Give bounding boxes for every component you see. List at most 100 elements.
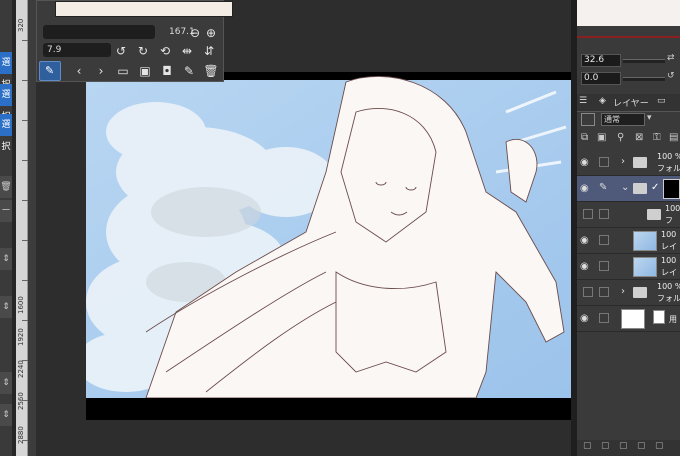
layer-row[interactable]: 100 フ [577, 202, 680, 228]
brush-size-slider[interactable] [623, 59, 665, 63]
ruler-mark: 320 [17, 18, 25, 32]
blend-row: 通常 ▾ [577, 112, 680, 128]
pin-icon[interactable]: ⚲ [617, 132, 624, 143]
layer-thumbnail [633, 257, 657, 277]
brush-size-field[interactable]: 32.6 [581, 54, 621, 67]
layer-row-paper[interactable]: ◉ 用 [577, 306, 680, 332]
new-image-icon[interactable]: ▣ [137, 63, 153, 79]
layer-row[interactable]: ◉ 100 レイ [577, 254, 680, 280]
layer-opacity: 100 [661, 256, 677, 265]
flip-horizontal-icon[interactable]: ⇹ [179, 43, 195, 59]
tool-tab-1[interactable]: 選択 [0, 52, 12, 90]
panel-menu-icon[interactable]: ☰ [579, 96, 587, 106]
chevron-down-icon[interactable]: ▾ [647, 113, 652, 123]
eye-icon[interactable]: ◉ [580, 183, 589, 194]
stepper-icon-3[interactable]: ⇕ [0, 372, 12, 394]
tab-other-icon[interactable]: ▭ [657, 96, 666, 106]
lock-checkbox[interactable] [599, 235, 609, 245]
mask-add-icon[interactable]: ▢ [619, 441, 628, 451]
layer-row[interactable]: ◉ 100 レイ [577, 228, 680, 254]
trash-icon[interactable]: 🗑 [0, 176, 12, 198]
layer-row[interactable]: › 100 % フォル [577, 280, 680, 306]
delete-layer-icon[interactable]: ▢ [655, 441, 664, 451]
layer-tab-icon[interactable]: ◈ [599, 96, 606, 106]
next-icon[interactable]: › [93, 63, 109, 79]
stepper-icon-2[interactable]: ⇕ [0, 296, 12, 318]
folder-open-icon[interactable]: ▭ [115, 63, 131, 79]
trash-icon[interactable]: 🗑 [203, 63, 219, 79]
pen-icon: ✎ [599, 182, 608, 193]
layer-row[interactable]: ◉ › 100 % フォル [577, 150, 680, 176]
merge-icon[interactable]: ▢ [637, 441, 646, 451]
mask-thumbnail[interactable] [663, 179, 680, 199]
chevron-right-icon[interactable]: › [621, 286, 625, 297]
layer-color-icon[interactable] [581, 113, 595, 126]
lock-checkbox[interactable] [599, 209, 609, 219]
visibility-checkbox[interactable] [583, 209, 593, 219]
layer-row-selected[interactable]: ◉ ✎ ⌄ ✓ [577, 176, 680, 202]
stepper-icon[interactable]: ⇕ [0, 248, 12, 270]
opacity-field[interactable]: 0.0 [581, 72, 621, 85]
layer-opacity: 100 % [657, 152, 680, 161]
clip-icon[interactable]: ⧉ [581, 132, 588, 143]
ruler-mark: 2880 [17, 426, 25, 444]
flip-vertical-icon[interactable]: ⇵ [201, 43, 217, 59]
prev-icon[interactable]: ‹ [71, 63, 87, 79]
stepper-icon-4[interactable]: ⇕ [0, 404, 12, 426]
rotate-value: 7.9 [47, 45, 62, 55]
chevron-right-icon[interactable]: › [621, 156, 625, 167]
lock-checkbox[interactable] [599, 287, 609, 297]
drawing-canvas[interactable] [86, 72, 571, 420]
mask-icon[interactable]: ▤ [669, 132, 678, 143]
eye-icon[interactable]: ◉ [580, 313, 589, 324]
layer-name: レイ [661, 268, 677, 277]
new-layer-icon[interactable]: ▢ [583, 441, 592, 451]
left-label: ー [0, 200, 12, 222]
visibility-checkbox[interactable] [583, 287, 593, 297]
rotate-left-icon[interactable]: ↺ [113, 43, 129, 59]
zoom-out-icon[interactable]: ⊖ [187, 25, 203, 41]
reset-icon[interactable]: ↺ [667, 71, 675, 81]
layer-name: 用 [669, 315, 677, 324]
alpha-lock-icon[interactable]: ⊠ [635, 132, 643, 143]
layer-opacity: 100 [665, 204, 680, 213]
tab-layer[interactable]: レイヤー [613, 96, 649, 109]
reset-rotation-icon[interactable]: ⟲ [157, 43, 173, 59]
layer-tool-row: ⧉ ▣ ⚲ ⊠ ⚿ ▤ [577, 130, 680, 148]
lock-icon[interactable]: ⚿ [653, 132, 661, 143]
eye-icon[interactable]: ◉ [580, 261, 589, 272]
zoom-in-icon[interactable]: ⊕ [203, 25, 219, 41]
opacity-slider[interactable] [623, 77, 665, 81]
paper-thumbnail [621, 309, 645, 329]
edit-icon[interactable]: ✎ [181, 63, 197, 79]
check-icon: ✓ [651, 182, 660, 193]
new-folder-icon[interactable]: ▢ [601, 441, 610, 451]
lock-checkbox[interactable] [599, 313, 609, 323]
layer-thumbnail [633, 231, 657, 251]
page-icon [653, 310, 665, 324]
rotate-right-icon[interactable]: ↻ [135, 43, 151, 59]
navigator-panel: 167.1 ⊖ ⊕ 7.9 ↺ ↻ ⟲ ⇹ ⇵ ✎ ‹ › ▭ ▣ ◘ ✎ 🗑 [36, 0, 233, 82]
illustration [86, 72, 571, 420]
panel-accent-line [577, 36, 680, 38]
size-settings-icon[interactable]: ⇄ [667, 53, 675, 63]
chevron-down-icon[interactable]: ⌄ [621, 182, 629, 193]
vertical-ruler: 320 1600 1920 2240 2560 2880 [16, 0, 28, 456]
tool-tab-2[interactable]: 選択 [0, 84, 12, 122]
ruler-mark: 1920 [17, 328, 25, 346]
blend-mode-select[interactable]: 通常 [601, 113, 645, 126]
reference-icon[interactable]: ▣ [597, 132, 606, 143]
navigator-thumbnail[interactable] [577, 0, 680, 26]
layer-name: フ [665, 216, 673, 225]
eye-icon[interactable]: ◉ [580, 235, 589, 246]
app-window: 選択 選択 選択 🗑 ー ⇕ ⇕ ⇕ ⇕ 320 1600 1920 2240 … [0, 0, 680, 456]
navigator-preview[interactable] [55, 1, 233, 17]
ruler-mark: 2240 [17, 360, 25, 378]
camera-icon[interactable]: ◘ [159, 63, 175, 79]
eye-icon[interactable]: ◉ [580, 157, 589, 168]
lock-checkbox[interactable] [599, 261, 609, 271]
zoom-slider[interactable] [43, 25, 155, 39]
lock-checkbox[interactable] [599, 157, 609, 167]
tool-tab-3[interactable]: 選択 [0, 114, 12, 152]
eyedropper-icon[interactable]: ✎ [39, 61, 61, 81]
